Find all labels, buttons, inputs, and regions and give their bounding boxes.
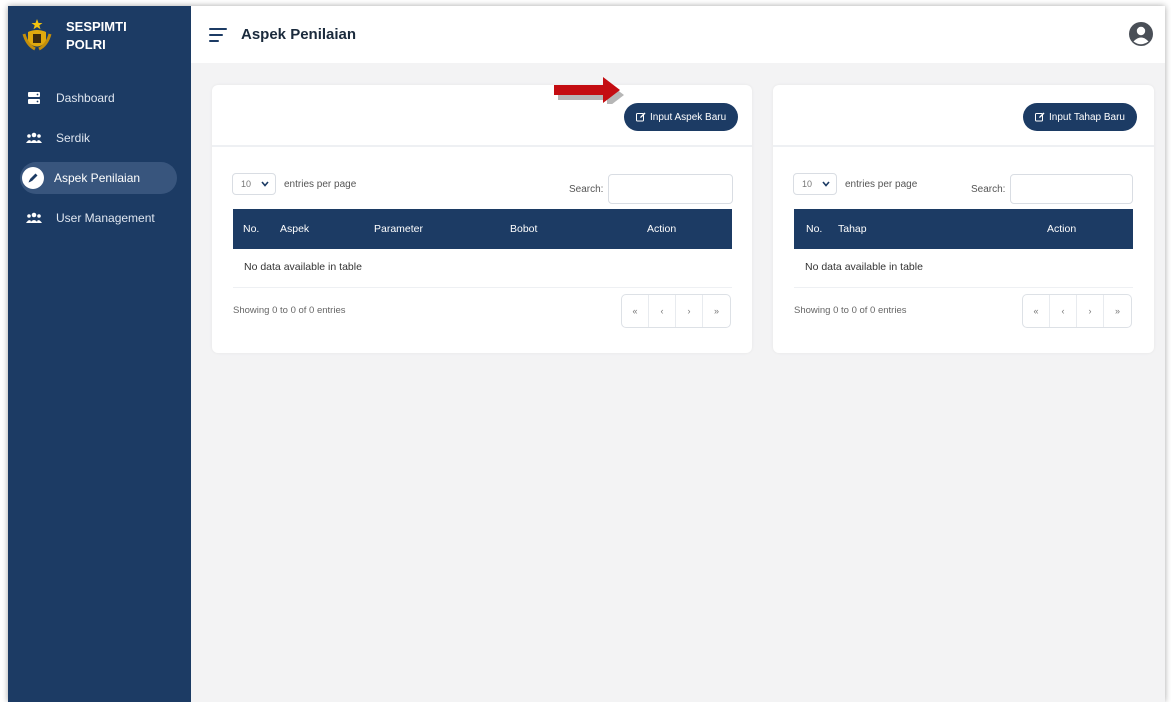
previous-page-button[interactable]: ‹	[649, 295, 676, 327]
users-icon	[26, 130, 42, 146]
first-page-button[interactable]: «	[622, 295, 649, 327]
table-info: Showing 0 to 0 of 0 entries	[794, 305, 907, 316]
chevron-down-icon	[822, 181, 830, 187]
sidebar-nav: Dashboard Serdik Aspek Penilaian User Ma…	[8, 82, 191, 242]
aspek-card: Input Aspek Baru 10 entries per page Sea…	[212, 85, 752, 353]
polri-logo	[22, 19, 52, 51]
last-page-button[interactable]: »	[703, 295, 730, 327]
sidebar-item-dashboard[interactable]: Dashboard	[20, 82, 177, 114]
next-page-button[interactable]: ›	[1077, 295, 1104, 327]
brand-line-1: SESPIMTI	[66, 19, 127, 34]
previous-page-button[interactable]: ‹	[1050, 295, 1077, 327]
search-input[interactable]	[1010, 174, 1134, 204]
users-icon	[26, 210, 42, 226]
sidebar-item-aspek-penilaian[interactable]: Aspek Penilaian	[20, 162, 177, 194]
column-header-no[interactable]: No.	[243, 223, 259, 235]
column-header-no[interactable]: No.	[806, 223, 822, 235]
entries-per-page-select[interactable]: 10	[793, 173, 837, 195]
column-header-tahap[interactable]: Tahap	[838, 223, 867, 235]
column-header-bobot[interactable]: Bobot	[510, 223, 537, 235]
sidebar-item-label: Dashboard	[56, 91, 115, 105]
menu-toggle-icon[interactable]	[209, 28, 227, 42]
search: Search:	[569, 174, 734, 204]
search-label: Search:	[971, 183, 1006, 195]
entries-length: 10 entries per page	[793, 173, 917, 195]
table-info: Showing 0 to 0 of 0 entries	[233, 305, 346, 316]
sidebar-item-label: Aspek Penilaian	[54, 171, 141, 185]
column-header-aspek[interactable]: Aspek	[280, 223, 309, 235]
edit-icon	[1035, 112, 1045, 122]
entries-per-page-label: entries per page	[845, 178, 918, 190]
empty-table-message: No data available in table	[805, 261, 923, 273]
chevron-down-icon	[261, 181, 269, 187]
sidebar-item-serdik[interactable]: Serdik	[20, 122, 177, 154]
next-page-button[interactable]: ›	[676, 295, 703, 327]
select-value: 10	[241, 179, 252, 189]
table-header: No. Aspek Parameter Bobot Action	[233, 209, 732, 249]
app-window: SESPIMTI POLRI Dashboard Serdik Aspek Pe…	[8, 6, 1165, 702]
row-divider	[794, 287, 1133, 288]
input-aspek-baru-button[interactable]: Input Aspek Baru	[624, 103, 739, 131]
input-tahap-baru-button[interactable]: Input Tahap Baru	[1023, 103, 1137, 131]
page-title: Aspek Penilaian	[241, 26, 357, 43]
column-header-action[interactable]: Action	[1047, 223, 1076, 235]
sidebar-item-label: Serdik	[56, 131, 91, 145]
server-icon	[26, 90, 42, 106]
brand: SESPIMTI POLRI	[22, 18, 127, 54]
first-page-button[interactable]: «	[1023, 295, 1050, 327]
last-page-button[interactable]: »	[1104, 295, 1131, 327]
select-value: 10	[802, 179, 813, 189]
edit-icon	[636, 112, 646, 122]
row-divider	[233, 287, 732, 288]
annotation-arrow-icon	[554, 77, 624, 104]
entries-length: 10 entries per page	[232, 173, 356, 195]
search-input[interactable]	[608, 174, 734, 204]
search: Search:	[971, 174, 1134, 204]
tahap-card: Input Tahap Baru 10 entries per page Sea…	[773, 85, 1154, 353]
button-label: Input Aspek Baru	[650, 111, 727, 123]
sidebar-item-user-management[interactable]: User Management	[20, 202, 177, 234]
top-bar: Aspek Penilaian	[191, 6, 1165, 63]
button-label: Input Tahap Baru	[1049, 111, 1125, 123]
table-header: No. Tahap Action	[794, 209, 1133, 249]
column-header-action[interactable]: Action	[647, 223, 676, 235]
search-label: Search:	[569, 183, 604, 195]
user-avatar-icon[interactable]	[1129, 22, 1153, 46]
pagination: « ‹ › »	[621, 294, 731, 328]
pagination: « ‹ › »	[1022, 294, 1132, 328]
sidebar: SESPIMTI POLRI Dashboard Serdik Aspek Pe…	[8, 6, 191, 702]
entries-per-page-select[interactable]: 10	[232, 173, 276, 195]
sidebar-item-label: User Management	[56, 211, 155, 225]
empty-table-message: No data available in table	[244, 261, 362, 273]
brand-line-2: POLRI	[66, 37, 106, 52]
column-header-parameter[interactable]: Parameter	[374, 223, 423, 235]
entries-per-page-label: entries per page	[284, 178, 357, 190]
pen-icon	[22, 167, 44, 189]
